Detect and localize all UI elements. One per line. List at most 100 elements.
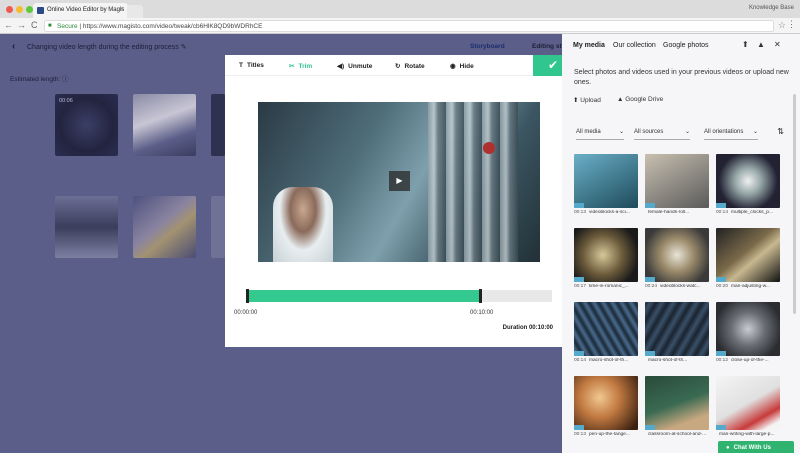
- address-bar: ← → C ■ Secure | https://www.magisto.com…: [0, 18, 800, 34]
- media-thumbnail: [574, 302, 638, 356]
- media-name: multiple_clocks_p...: [731, 210, 773, 215]
- maximize-window-dot[interactable]: [26, 6, 33, 13]
- titles-icon: T: [239, 62, 243, 69]
- clip-thumbnail[interactable]: [133, 94, 196, 156]
- tab-our-collection[interactable]: Our collection: [613, 42, 656, 49]
- video-preview[interactable]: ▶: [258, 102, 540, 262]
- rotate-tool[interactable]: ↻ Rotate: [395, 62, 425, 70]
- media-item[interactable]: 00:17 time-in-romanic_...: [574, 228, 638, 289]
- media-item[interactable]: macro-shot-of-th...: [645, 302, 709, 363]
- filter-orientations-value: All orientations: [704, 129, 744, 135]
- trim-slider-track[interactable]: [246, 289, 552, 303]
- video-badge: [716, 351, 726, 356]
- checkmark-icon: ✔: [547, 58, 559, 72]
- media-thumbnail: [716, 376, 780, 430]
- media-item[interactable]: 00:13 pen-up-the-tange...: [574, 376, 638, 437]
- tab-my-media[interactable]: My media: [573, 42, 605, 49]
- tab-google-photos[interactable]: Google photos: [663, 42, 709, 49]
- hide-tool[interactable]: ◉ Hide: [450, 62, 474, 70]
- media-item[interactable]: classroom-at-school-and-...: [645, 376, 709, 437]
- media-caption: classroom-at-school-and-...: [645, 432, 709, 437]
- sort-icon[interactable]: ⇅: [777, 127, 784, 136]
- trim-start-handle[interactable]: [246, 289, 249, 303]
- clip-thumbnail[interactable]: [55, 196, 118, 258]
- titles-label: Titles: [246, 62, 264, 69]
- media-thumbnail: [645, 228, 709, 282]
- media-item[interactable]: 00:24 videoblocks-watc...: [645, 228, 709, 289]
- upload-icon[interactable]: ⬆: [742, 40, 749, 49]
- clip-thumbnail[interactable]: [133, 196, 196, 258]
- media-item[interactable]: 00:20 man-adjusting-w...: [716, 228, 780, 289]
- media-name: man-writing-with-large-p...: [719, 432, 775, 437]
- tab-storyboard[interactable]: Storyboard: [470, 43, 505, 50]
- reload-icon[interactable]: C: [31, 20, 38, 30]
- media-caption: female-hands-roll...: [645, 210, 709, 215]
- clip-thumbnail[interactable]: [211, 196, 225, 258]
- video-scene-valve: [483, 142, 495, 154]
- video-badge: [716, 425, 726, 430]
- upload-button[interactable]: ⬆ Upload: [573, 96, 601, 104]
- filter-media-select[interactable]: All media ⌄: [576, 126, 624, 140]
- media-item[interactable]: female-hands-roll...: [645, 154, 709, 215]
- media-thumbnail: [716, 228, 780, 282]
- close-panel-icon[interactable]: ✕: [774, 40, 781, 49]
- project-title[interactable]: Changing video length during the editing…: [27, 43, 187, 51]
- unmute-label: Unmute: [348, 63, 373, 70]
- media-caption: 00:13 videoblocks-a-sci...: [574, 210, 638, 215]
- profile-name[interactable]: Knowledge Base: [749, 5, 794, 11]
- media-caption: macro-shot-of-th...: [645, 358, 709, 363]
- video-badge: [645, 351, 655, 356]
- unmute-tool[interactable]: ◀) Unmute: [337, 62, 372, 70]
- back-arrow-icon[interactable]: ‹: [12, 41, 15, 52]
- minimize-window-dot[interactable]: [16, 6, 23, 13]
- media-name: time-in-romanic_...: [589, 284, 629, 289]
- video-badge: [574, 425, 584, 430]
- forward-icon[interactable]: →: [17, 20, 26, 30]
- site-favicon-icon: [37, 7, 44, 14]
- media-thumbnail: [716, 302, 780, 356]
- secure-label: Secure: [57, 23, 78, 30]
- media-caption: 00:14 multiple_clocks_p...: [716, 210, 780, 215]
- media-item[interactable]: 00:14 macro-shot-of-th...: [574, 302, 638, 363]
- titles-tool[interactable]: T Titles: [239, 62, 264, 69]
- close-window-dot[interactable]: [6, 6, 13, 13]
- tab-title: Online Video Editor by Magis: [47, 7, 125, 13]
- media-item[interactable]: man-writing-with-large-p...: [716, 376, 780, 437]
- media-item[interactable]: 00:14 multiple_clocks_p...: [716, 154, 780, 215]
- lock-icon: ■: [48, 23, 52, 29]
- browser-menu-icon[interactable]: ⋮: [787, 19, 796, 30]
- media-item[interactable]: 00:12 close-up-of-the-...: [716, 302, 780, 363]
- eye-icon: ◉: [450, 63, 456, 70]
- tab-close-icon[interactable]: ×: [120, 6, 124, 13]
- drive-logo-icon: ▲: [617, 96, 624, 103]
- google-drive-button[interactable]: ▲ Google Drive: [617, 96, 663, 103]
- trim-tool[interactable]: ✂ Trim: [289, 62, 312, 70]
- media-duration: 00:12: [716, 358, 729, 363]
- chat-bubble-icon: ●: [726, 445, 730, 451]
- media-thumbnail: [574, 228, 638, 282]
- filter-orientations-select[interactable]: All orientations ⌄: [704, 126, 758, 140]
- back-icon[interactable]: ←: [4, 20, 13, 30]
- new-tab-button[interactable]: [127, 5, 143, 18]
- browser-tab[interactable]: Online Video Editor by Magis ×: [33, 3, 128, 18]
- media-item[interactable]: 00:13 videoblocks-a-sci...: [574, 154, 638, 215]
- media-panel: My media Our collection Google photos ⬆ …: [562, 34, 800, 453]
- filter-sources-select[interactable]: All sources ⌄: [634, 126, 690, 140]
- chat-with-us-button[interactable]: ● Chat With Us: [718, 441, 794, 453]
- drive-label: Google Drive: [625, 96, 664, 103]
- media-name: man-adjusting-w...: [731, 284, 770, 289]
- url-input[interactable]: ■ Secure | https://www.magisto.com/video…: [44, 20, 774, 32]
- google-drive-icon[interactable]: ▲: [757, 40, 765, 49]
- trim-end-handle[interactable]: [478, 289, 482, 303]
- hide-label: Hide: [459, 63, 474, 70]
- scissors-icon: ✂: [289, 63, 295, 70]
- media-duration: 00:13: [574, 210, 587, 215]
- panel-scrollbar[interactable]: [793, 94, 796, 314]
- bookmark-star-icon[interactable]: ☆: [778, 20, 786, 31]
- media-caption: 00:17 time-in-romanic_...: [574, 284, 638, 289]
- clip-thumbnail[interactable]: 00:06: [55, 94, 118, 156]
- clip-thumbnail[interactable]: [211, 94, 225, 156]
- tab-editing-style[interactable]: Editing st: [532, 43, 562, 50]
- chat-label: Chat With Us: [733, 445, 771, 451]
- play-button[interactable]: ▶: [389, 171, 410, 191]
